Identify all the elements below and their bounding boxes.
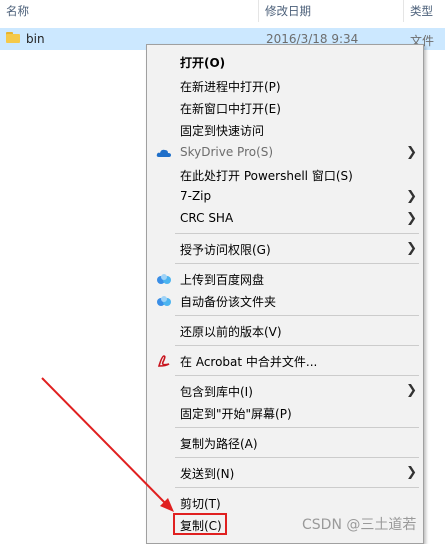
watermark: CSDN @三土道若 bbox=[302, 517, 417, 533]
annotation-highlight-box bbox=[173, 513, 227, 535]
annotation-arrow bbox=[41, 377, 174, 512]
